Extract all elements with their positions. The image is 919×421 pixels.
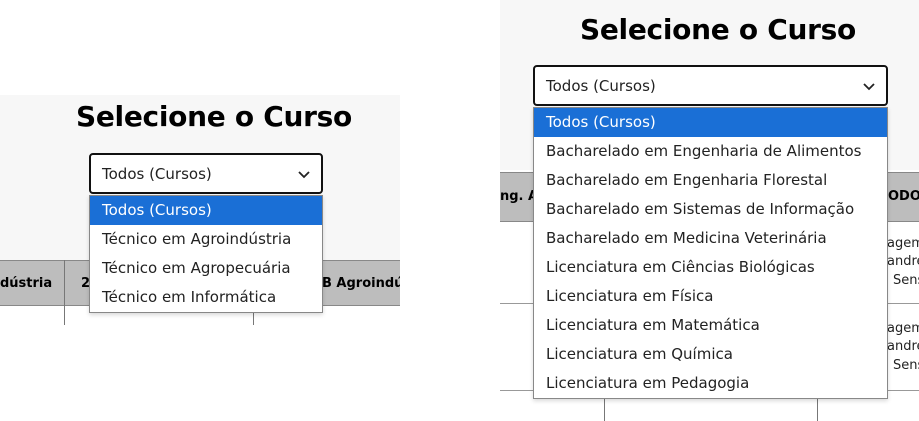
- course-option[interactable]: Licenciatura em Física: [534, 282, 887, 311]
- page-title: Selecione o Curso: [580, 13, 856, 46]
- course-option[interactable]: Técnico em Agroindústria: [90, 225, 322, 254]
- table-cell: andre: [887, 339, 919, 354]
- course-option[interactable]: Técnico em Agropecuária: [90, 254, 322, 283]
- table-cell: Sens: [893, 273, 919, 288]
- course-option[interactable]: Técnico em Informática: [90, 283, 322, 312]
- table-cell: andre: [887, 254, 919, 269]
- column-divider: [64, 260, 65, 325]
- course-select[interactable]: Todos (Cursos): [533, 65, 888, 106]
- course-option[interactable]: Licenciatura em Ciências Biológicas: [534, 253, 887, 282]
- course-dropdown-list: Todos (Cursos) Técnico em Agroindústria …: [89, 195, 323, 313]
- chevron-down-icon: [863, 83, 875, 91]
- page-title: Selecione o Curso: [76, 100, 352, 133]
- course-option[interactable]: Bacharelado em Sistemas de Informação: [534, 195, 887, 224]
- row-divider: [885, 303, 919, 304]
- course-option[interactable]: Todos (Cursos): [534, 108, 887, 137]
- chevron-down-icon: [298, 171, 310, 179]
- right-panel: Selecione o Curso ng. A ODO I agem andre…: [500, 0, 919, 421]
- course-select[interactable]: Todos (Cursos): [89, 153, 323, 194]
- course-select-value: Todos (Cursos): [102, 164, 212, 183]
- left-panel: Selecione o Curso dústria 2 B Agroindús …: [0, 0, 400, 421]
- column-divider: [817, 398, 818, 421]
- course-select-value: Todos (Cursos): [546, 76, 656, 95]
- table-cell: agem: [887, 236, 919, 251]
- course-option[interactable]: Bacharelado em Medicina Veterinária: [534, 224, 887, 253]
- column-header: B Agroindús: [322, 276, 400, 291]
- column-divider: [604, 398, 605, 421]
- course-option[interactable]: Licenciatura em Química: [534, 340, 887, 369]
- course-option[interactable]: Bacharelado em Engenharia de Alimentos: [534, 137, 887, 166]
- course-option[interactable]: Licenciatura em Pedagogia: [534, 369, 887, 398]
- course-dropdown-list: Todos (Cursos) Bacharelado em Engenharia…: [533, 107, 888, 399]
- course-option[interactable]: Todos (Cursos): [90, 196, 322, 225]
- column-header: ODO I: [888, 189, 919, 204]
- column-header: dústria: [0, 276, 53, 291]
- table-cell: agem: [887, 321, 919, 336]
- table-cell: Sens: [893, 358, 919, 373]
- row-divider: [885, 390, 919, 391]
- course-option[interactable]: Bacharelado em Engenharia Florestal: [534, 166, 887, 195]
- course-option[interactable]: Licenciatura em Matemática: [534, 311, 887, 340]
